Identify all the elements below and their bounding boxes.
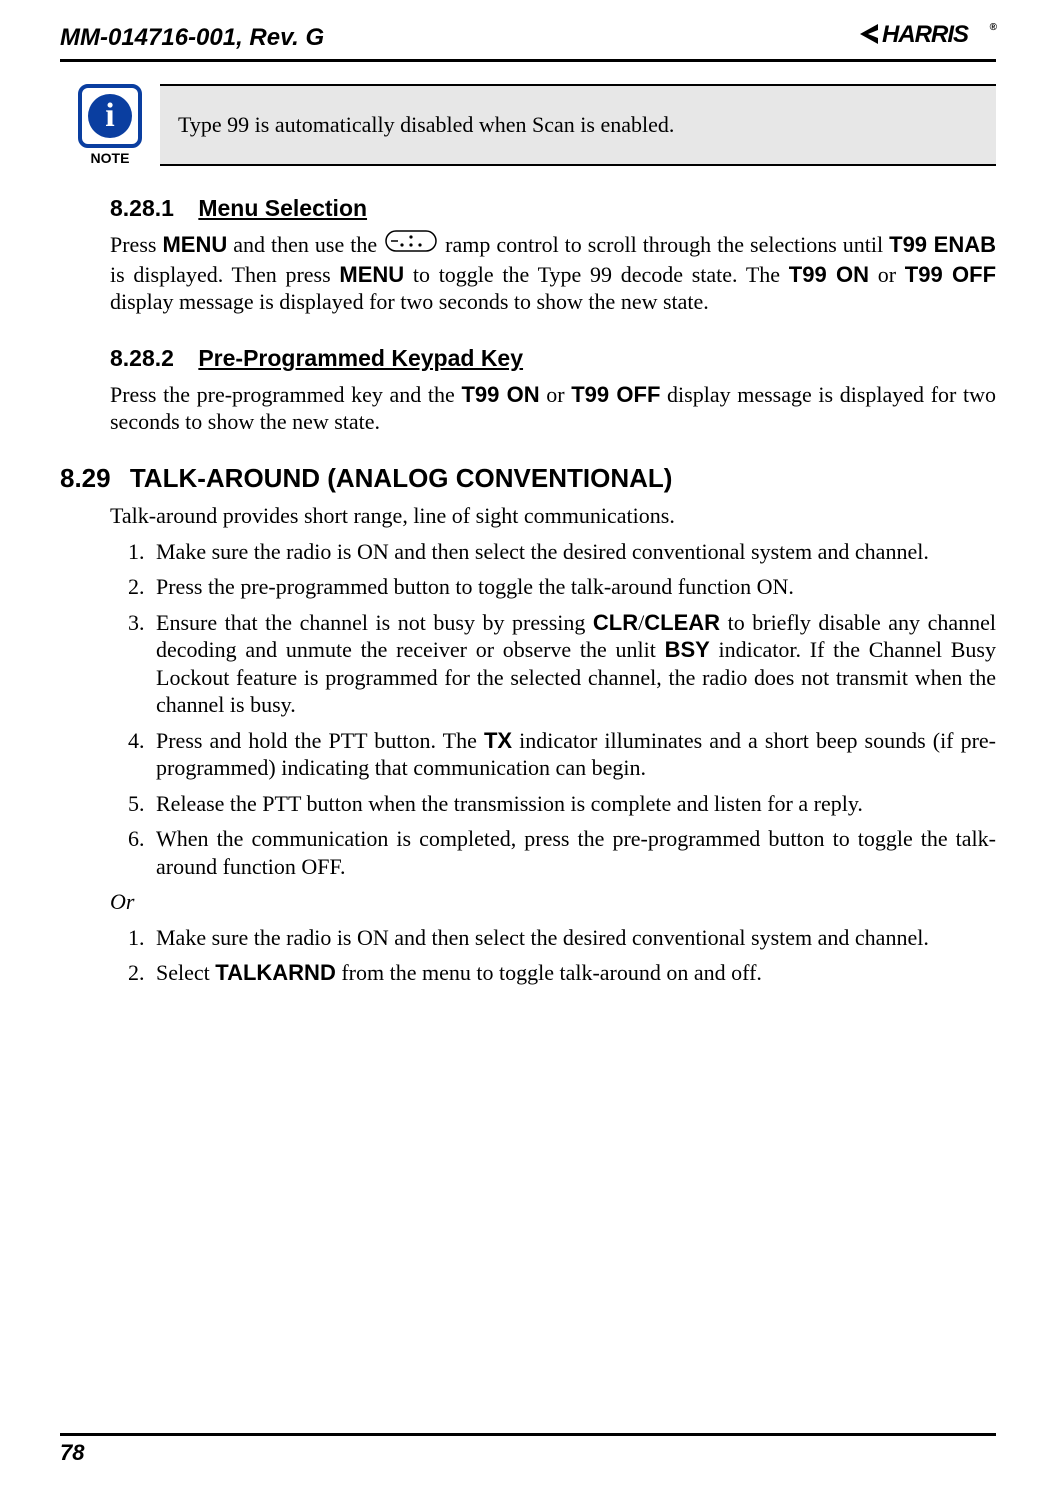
- key-t99-off: T99 OFF: [571, 382, 660, 407]
- text: to toggle the Type 99 decode state. The: [404, 262, 789, 287]
- note-text: Type 99 is automatically disabled when S…: [160, 84, 996, 166]
- harris-logo-icon: HARRIS: [860, 20, 990, 48]
- list-item: When the communication is completed, pre…: [150, 825, 996, 880]
- registered-mark: ®: [990, 22, 996, 33]
- key-clr: CLR: [593, 610, 638, 635]
- text: Press and hold the PTT button. The: [156, 728, 484, 753]
- list-item: Release the PTT button when the transmis…: [150, 790, 996, 818]
- key-menu: MENU: [339, 262, 404, 287]
- list-item: Make sure the radio is ON and then selec…: [150, 538, 996, 566]
- svg-text:HARRIS: HARRIS: [882, 21, 969, 48]
- key-t99-on: T99 ON: [461, 382, 539, 407]
- info-icon: i: [78, 84, 142, 148]
- page-header: MM-014716-001, Rev. G HARRIS ®: [60, 20, 996, 62]
- paragraph: Press the pre-programmed key and the T99…: [110, 381, 996, 436]
- heading-number: 8.28.2: [110, 345, 174, 371]
- step-list-a: Make sure the radio is ON and then selec…: [110, 538, 996, 881]
- heading-8-29: 8.29 TALK-AROUND (ANALOG CONVENTIONAL): [60, 462, 996, 495]
- ramp-control-icon: [385, 230, 437, 259]
- footer-rule: [60, 1433, 996, 1436]
- paragraph: Talk-around provides short range, line o…: [110, 502, 996, 530]
- heading-title: Menu Selection: [198, 195, 367, 221]
- heading-title: Pre-Programmed Keypad Key: [198, 345, 523, 371]
- note-icon-cell: i NOTE: [60, 84, 160, 166]
- text: or: [869, 262, 905, 287]
- key-t99-enab: T99 ENAB: [889, 232, 996, 257]
- heading-8-28-2: 8.28.2 Pre-Programmed Keypad Key: [110, 344, 996, 373]
- text: is displayed. Then press: [110, 262, 339, 287]
- list-item: Select TALKARND from the menu to toggle …: [150, 959, 996, 987]
- page-number: 78: [60, 1440, 996, 1466]
- key-clear: CLEAR: [644, 610, 720, 635]
- key-talkarnd: TALKARND: [215, 960, 336, 985]
- text: or: [540, 382, 572, 407]
- step-list-b: Make sure the radio is ON and then selec…: [110, 924, 996, 987]
- body-content: 8.28.1 Menu Selection Press MENU and the…: [60, 194, 996, 987]
- note-label: NOTE: [91, 150, 130, 166]
- text: display message is displayed for two sec…: [110, 289, 709, 314]
- note-callout: i NOTE Type 99 is automatically disabled…: [60, 84, 996, 166]
- text: from the menu to toggle talk-around on a…: [336, 960, 762, 985]
- doc-id: MM-014716-001, Rev. G: [60, 24, 324, 52]
- text: Press the pre-programmed key and the: [110, 382, 461, 407]
- list-item: Press and hold the PTT button. The TX in…: [150, 727, 996, 782]
- heading-title: TALK-AROUND (ANALOG CONVENTIONAL): [130, 463, 673, 493]
- key-t99-off: T99 OFF: [905, 262, 996, 287]
- list-item: Press the pre-programmed button to toggl…: [150, 573, 996, 601]
- or-separator: Or: [110, 888, 996, 916]
- key-t99-on: T99 ON: [789, 262, 869, 287]
- info-icon-letter: i: [88, 94, 132, 138]
- brand-logo: HARRIS ®: [860, 20, 996, 55]
- key-bsy: BSY: [665, 637, 710, 662]
- page-footer: 78: [60, 1433, 996, 1466]
- heading-number: 8.29: [60, 463, 111, 493]
- text: Select: [156, 960, 215, 985]
- key-tx: TX: [484, 728, 512, 753]
- heading-8-28-1: 8.28.1 Menu Selection: [110, 194, 996, 223]
- list-item: Ensure that the channel is not busy by p…: [150, 609, 996, 719]
- paragraph: Press MENU and then use the ramp control…: [110, 231, 996, 316]
- key-menu: MENU: [162, 232, 227, 257]
- text: and then use the: [227, 232, 383, 257]
- text: Press: [110, 232, 162, 257]
- text: Ensure that the channel is not busy by p…: [156, 610, 593, 635]
- heading-number: 8.28.1: [110, 195, 174, 221]
- list-item: Make sure the radio is ON and then selec…: [150, 924, 996, 952]
- text: ramp control to scroll through the selec…: [439, 232, 889, 257]
